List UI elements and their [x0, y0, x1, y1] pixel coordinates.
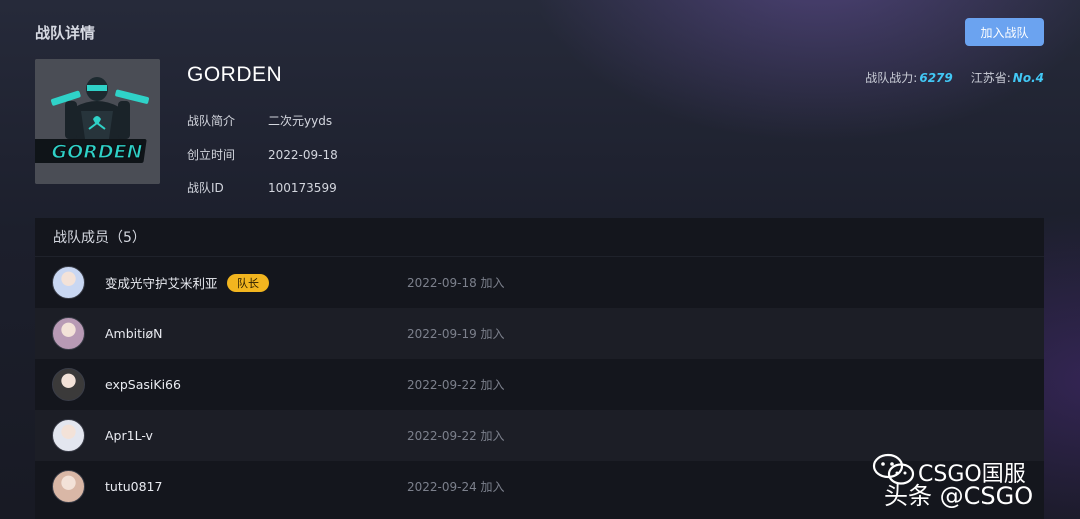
team-intro-value: 二次元yyds — [268, 114, 333, 128]
join-team-button[interactable]: 加入战队 — [965, 18, 1044, 46]
member-name[interactable]: tutu0817 — [105, 479, 162, 494]
member-join-date: 2022-09-24 加入 — [407, 480, 505, 494]
province-rank-label: 江苏省: — [970, 71, 1011, 85]
team-id-label: 战队ID — [187, 181, 224, 195]
member-row[interactable]: AmbitiøN 2022-09-19 加入 — [35, 308, 1044, 359]
team-logo: GORDEN — [35, 59, 160, 184]
member-avatar[interactable] — [52, 419, 85, 452]
team-power-label: 战队战力: — [865, 71, 918, 85]
member-row[interactable]: expSasiKi66 2022-09-22 加入 — [35, 359, 1044, 410]
member-join-date: 2022-09-22 加入 — [407, 378, 505, 392]
team-stats: 战队战力: 6279 江苏省: No.4 — [865, 69, 1044, 86]
member-avatar[interactable] — [52, 317, 85, 350]
watermark-source: 头条 @CSGO — [884, 482, 1034, 510]
page-title: 战队详情 — [35, 25, 96, 42]
team-founded-row: 创立时间 2022-09-18 — [187, 146, 338, 163]
members-header: 战队成员（5） — [35, 218, 1044, 257]
team-founded-value: 2022-09-18 — [268, 148, 338, 162]
team-id-value: 100173599 — [268, 181, 337, 195]
member-name[interactable]: Apr1L-v — [105, 428, 153, 443]
team-power: 战队战力: 6279 — [865, 69, 952, 86]
member-name[interactable]: 变成光守护艾米利亚 — [105, 273, 218, 292]
team-logo-image: GORDEN — [35, 59, 160, 184]
member-join-date: 2022-09-18 加入 — [407, 276, 505, 290]
team-intro-label: 战队简介 — [187, 114, 236, 128]
member-avatar[interactable] — [52, 470, 85, 503]
member-name[interactable]: expSasiKi66 — [105, 377, 181, 392]
member-join-date: 2022-09-19 加入 — [407, 327, 505, 341]
team-id-row: 战队ID 100173599 — [187, 179, 337, 196]
member-join-date: 2022-09-22 加入 — [407, 429, 505, 443]
member-avatar[interactable] — [52, 368, 85, 401]
member-name[interactable]: AmbitiøN — [105, 326, 163, 341]
team-logo-text: GORDEN — [51, 141, 142, 163]
province-rank-value: No.4 — [1012, 71, 1044, 85]
team-name: GORDEN — [187, 63, 283, 86]
watermark: CSGO国服 头条 @CSGO — [870, 450, 1070, 512]
captain-badge: 队长 — [227, 273, 269, 292]
team-founded-label: 创立时间 — [187, 148, 236, 162]
member-row[interactable]: 变成光守护艾米利亚 队长 2022-09-18 加入 — [35, 257, 1044, 308]
province-rank: 江苏省: No.4 — [971, 69, 1044, 86]
team-intro-row: 战队简介 二次元yyds — [187, 112, 332, 129]
team-power-value: 6279 — [919, 71, 953, 85]
member-avatar[interactable] — [52, 266, 85, 299]
